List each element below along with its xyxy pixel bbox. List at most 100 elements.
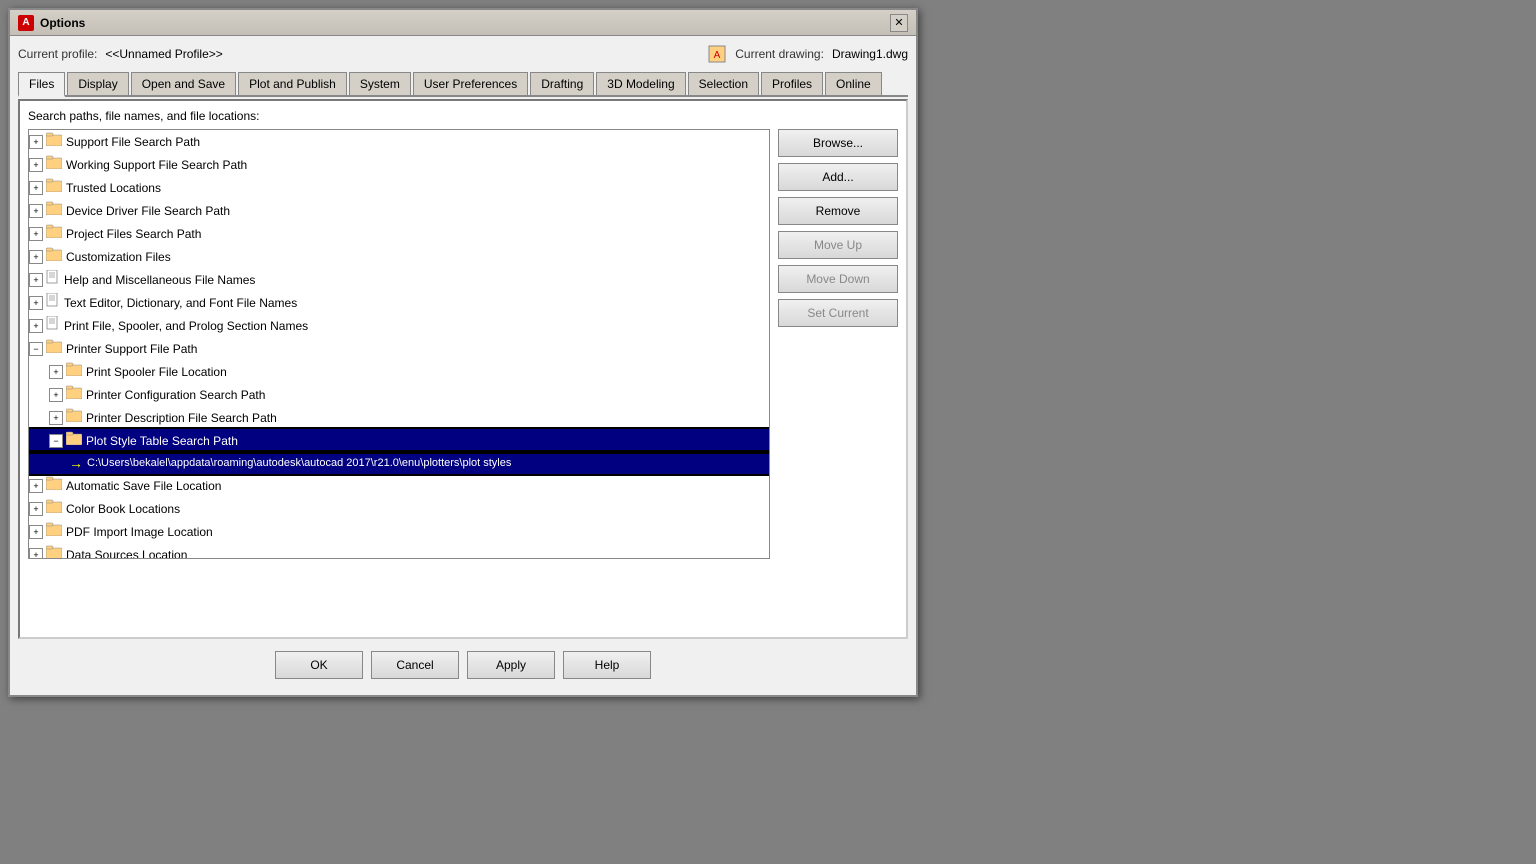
tree-item-support-file[interactable]: + Support File Search Path [29,130,769,153]
folder-icon [46,178,62,197]
svg-text:A: A [714,50,721,61]
expand-icon[interactable]: + [49,411,63,425]
expand-icon[interactable]: + [29,502,43,516]
expand-icon[interactable]: − [49,434,63,448]
profile-value: <<Unnamed Profile>> [105,47,222,61]
expand-icon[interactable]: + [29,548,43,560]
tree-item-label: Printer Configuration Search Path [86,386,265,404]
expand-icon[interactable]: + [29,158,43,172]
set-current-button[interactable]: Set Current [778,299,898,327]
expand-icon[interactable]: − [29,342,43,356]
tree-item-label: Customization Files [66,248,171,266]
page-icon [46,316,60,335]
expand-icon[interactable]: + [29,525,43,539]
expand-icon[interactable]: + [29,296,43,310]
tree-item-label: Device Driver File Search Path [66,202,230,220]
help-button[interactable]: Help [563,651,651,679]
drawing-label: Current drawing: [735,47,824,61]
ok-button[interactable]: OK [275,651,363,679]
expand-icon[interactable]: + [49,365,63,379]
folder-icon [46,522,62,541]
profile-bar: Current profile: <<Unnamed Profile>> A C… [18,44,908,64]
tree-item-help-misc[interactable]: + Help and Miscellaneous File Names [29,268,769,291]
tree-item-working-support[interactable]: + Working Support File Search Path [29,153,769,176]
folder-icon [66,385,82,404]
folder-icon [46,545,62,559]
expand-icon[interactable]: + [29,250,43,264]
tree-item-project-files[interactable]: + Project Files Search Path [29,222,769,245]
expand-icon[interactable]: + [29,227,43,241]
tree-item-label: Support File Search Path [66,133,200,151]
buttons-panel: Browse... Add... Remove Move Up Move Dow… [778,129,898,559]
tab-files[interactable]: Files [18,72,65,97]
dialog-footer: OK Cancel Apply Help [18,639,908,687]
folder-icon [46,499,62,518]
dialog-title: Options [40,16,85,30]
app-icon: A [18,15,34,31]
tab-selection[interactable]: Selection [688,72,759,95]
tree-item-device-driver[interactable]: + Device Driver File Search Path [29,199,769,222]
tree-item-printer-config[interactable]: + Printer Configuration Search Path [29,383,769,406]
tree-item-label: Plot Style Table Search Path [86,432,238,450]
folder-icon [46,155,62,174]
tab-profiles[interactable]: Profiles [761,72,823,95]
add-button[interactable]: Add... [778,163,898,191]
remove-button[interactable]: Remove [778,197,898,225]
tree-item-label: Project Files Search Path [66,225,201,243]
tree-item-label: Printer Support File Path [66,340,197,358]
tab-3d-modeling[interactable]: 3D Modeling [596,72,685,95]
tree-item-color-book[interactable]: + Color Book Locations [29,497,769,520]
tab-user-prefs[interactable]: User Preferences [413,72,528,95]
tree-item-label: Text Editor, Dictionary, and Font File N… [64,294,297,312]
tab-system[interactable]: System [349,72,411,95]
expand-icon[interactable]: + [29,319,43,333]
tree-item-text-editor[interactable]: + Text Editor, Dictionary, and Font File… [29,291,769,314]
tree-item-plot-style-path[interactable]: → C:\Users\bekalel\appdata\roaming\autod… [29,452,769,474]
tab-plot-publish[interactable]: Plot and Publish [238,72,347,95]
tree-item-printer-desc[interactable]: + Printer Description File Search Path [29,406,769,429]
folder-icon [46,132,62,151]
tree-item-label: Data Sources Location [66,546,187,560]
path-value: C:\Users\bekalel\appdata\roaming\autodes… [87,454,511,472]
search-paths-label: Search paths, file names, and file locat… [28,109,898,123]
folder-icon [66,431,82,450]
tree-item-label: Automatic Save File Location [66,477,221,495]
profile-label: Current profile: [18,47,97,61]
tree-item-auto-save[interactable]: + Automatic Save File Location [29,474,769,497]
apply-button[interactable]: Apply [467,651,555,679]
tree-item-plot-style[interactable]: − Plot Style Table Search Path [29,429,769,452]
expand-icon[interactable]: + [29,273,43,287]
tab-display[interactable]: Display [67,72,128,95]
tree-item-print-spooler-loc[interactable]: + Print Spooler File Location [29,360,769,383]
expand-icon[interactable]: + [29,204,43,218]
tab-drafting[interactable]: Drafting [530,72,594,95]
tree-item-label: Color Book Locations [66,500,180,518]
tab-online[interactable]: Online [825,72,882,95]
browse-button[interactable]: Browse... [778,129,898,157]
close-button[interactable]: ✕ [890,14,908,32]
title-bar-left: A Options [18,15,85,31]
tree-item-pdf-import[interactable]: + PDF Import Image Location [29,520,769,543]
tree-item-label: Printer Description File Search Path [86,409,277,427]
folder-icon [46,339,62,358]
tab-open-save[interactable]: Open and Save [131,72,236,95]
tree-container[interactable]: + Support File Search Path+ Working Supp… [28,129,770,559]
move-down-button[interactable]: Move Down [778,265,898,293]
folder-icon [46,247,62,266]
folder-icon [66,408,82,427]
move-up-button[interactable]: Move Up [778,231,898,259]
tree-item-data-sources[interactable]: + Data Sources Location [29,543,769,559]
tree-item-printer-support[interactable]: − Printer Support File Path [29,337,769,360]
expand-icon[interactable]: + [29,479,43,493]
tree-item-trusted-locations[interactable]: + Trusted Locations [29,176,769,199]
expand-icon[interactable]: + [49,388,63,402]
expand-icon[interactable]: + [29,135,43,149]
expand-icon[interactable]: + [29,181,43,195]
tree-item-customization[interactable]: + Customization Files [29,245,769,268]
tree-item-print-file[interactable]: + Print File, Spooler, and Prolog Sectio… [29,314,769,337]
cancel-button[interactable]: Cancel [371,651,459,679]
tree-item-label: Print Spooler File Location [86,363,227,381]
folder-icon [46,476,62,495]
folder-icon [66,362,82,381]
dialog-body: Current profile: <<Unnamed Profile>> A C… [10,36,916,695]
